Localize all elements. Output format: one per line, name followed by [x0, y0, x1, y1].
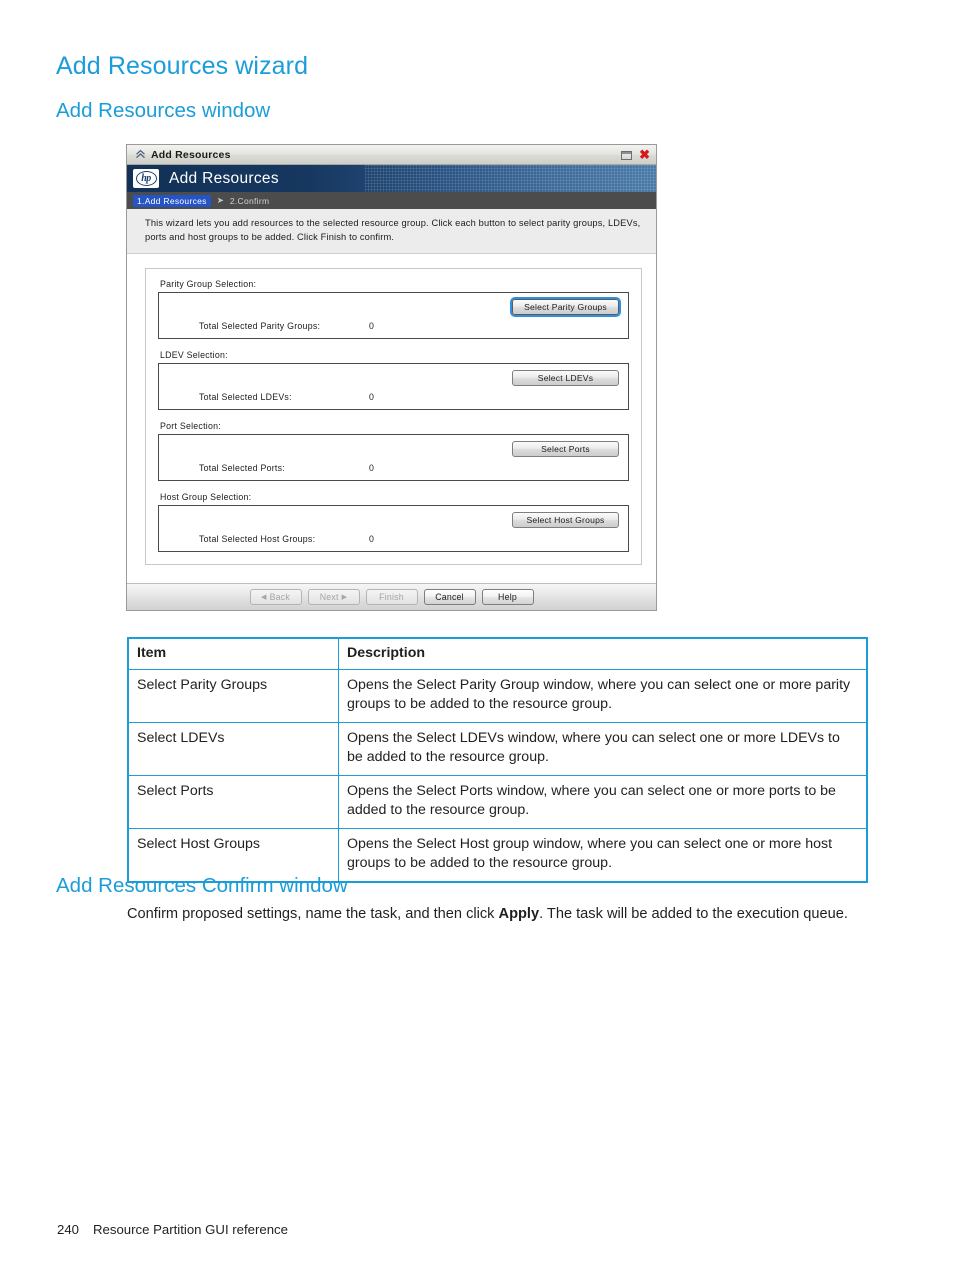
column-header-description: Description	[338, 637, 868, 670]
step-arrow-icon: ➤	[216, 195, 224, 205]
next-button[interactable]: Next ▶	[307, 589, 360, 605]
wizard-step-1[interactable]: 1.Add Resources	[133, 194, 211, 207]
host-group-selection-label: Host Group Selection:	[160, 492, 252, 502]
section-heading-confirm-window: Add Resources Confirm window	[56, 874, 348, 897]
select-ldevs-button[interactable]: Select LDEVs	[512, 370, 619, 386]
table-row: Select Parity Groups Opens the Select Pa…	[127, 669, 868, 723]
dialog-titlebar: Add Resources ✖	[127, 145, 656, 165]
banner-title: Add Resources	[169, 169, 279, 187]
double-chevron-up-icon[interactable]	[132, 149, 148, 160]
table-cell-description: Opens the Select Ports window, where you…	[338, 775, 868, 829]
table-row: Select Ports Opens the Select Ports wind…	[127, 775, 868, 829]
confirm-emphasis-apply: Apply	[498, 906, 540, 922]
total-selected-parity-groups-row: Total Selected Parity Groups: 0	[159, 321, 628, 331]
total-selected-host-groups-row: Total Selected Host Groups: 0	[159, 534, 628, 544]
wizard-step-2[interactable]: 2.Confirm	[230, 196, 270, 206]
page-footer: 240 Resource Partition GUI reference	[57, 1222, 288, 1237]
document-page: Add Resources wizard Add Resources windo…	[0, 0, 954, 1271]
total-selected-ldevs-row: Total Selected LDEVs: 0	[159, 392, 628, 402]
chevron-right-icon: ▶	[341, 593, 348, 601]
help-button[interactable]: Help	[481, 589, 534, 605]
total-selected-parity-groups-value: 0	[369, 321, 375, 331]
total-selected-parity-groups-label: Total Selected Parity Groups:	[199, 321, 321, 331]
parity-group-selection-label: Parity Group Selection:	[160, 279, 257, 289]
cancel-button[interactable]: Cancel	[423, 589, 476, 605]
table-cell-description: Opens the Select Parity Group window, wh…	[338, 669, 868, 723]
total-selected-ports-label: Total Selected Ports:	[199, 463, 285, 473]
section-heading-add-resources-window: Add Resources window	[56, 99, 271, 122]
table-cell-item: Select LDEVs	[127, 722, 339, 776]
table-cell-description: Opens the Select Host group window, wher…	[338, 828, 868, 883]
back-button-label: Back	[269, 592, 290, 602]
select-host-groups-button[interactable]: Select Host Groups	[512, 512, 619, 528]
ldev-selection-box: Select LDEVs Total Selected LDEVs: 0	[158, 363, 629, 410]
dialog-content: Parity Group Selection: Select Parity Gr…	[127, 254, 656, 583]
total-selected-host-groups-value: 0	[369, 534, 375, 544]
hp-logo-text: hp	[135, 171, 157, 186]
confirm-text-after: . The task will be added to the executio…	[539, 906, 848, 922]
hp-logo-icon: hp	[133, 169, 159, 188]
back-button[interactable]: ◀ Back	[249, 589, 302, 605]
table-header-row: Item Description	[127, 637, 868, 670]
parity-group-selection-box: Select Parity Groups Total Selected Pari…	[158, 292, 629, 339]
table-cell-item: Select Ports	[127, 775, 339, 829]
hp-banner: hp Add Resources	[127, 165, 656, 192]
wizard-steps: 1.Add Resources ➤ 2.Confirm	[127, 192, 656, 209]
dialog-title: Add Resources	[151, 148, 231, 161]
select-ports-button[interactable]: Select Ports	[512, 441, 619, 457]
port-selection-label: Port Selection:	[160, 421, 221, 431]
instruction-text: This wizard lets you add resources to th…	[127, 209, 656, 254]
total-selected-host-groups-label: Total Selected Host Groups:	[199, 534, 316, 544]
total-selected-ports-value: 0	[369, 463, 375, 473]
table-cell-description: Opens the Select LDEVs window, where you…	[338, 722, 868, 776]
select-parity-groups-button[interactable]: Select Parity Groups	[510, 297, 621, 317]
chevron-left-icon: ◀	[261, 593, 267, 601]
total-selected-ports-row: Total Selected Ports: 0	[159, 463, 628, 473]
confirm-paragraph: Confirm proposed settings, name the task…	[127, 904, 857, 925]
column-header-item: Item	[127, 637, 339, 670]
table-cell-item: Select Parity Groups	[127, 669, 339, 723]
finish-button[interactable]: Finish	[365, 589, 418, 605]
dialog-footer: ◀ Back Next ▶ Finish Cancel Help	[127, 583, 656, 610]
confirm-text-before: Confirm proposed settings, name the task…	[127, 906, 499, 922]
window-controls: ✖	[621, 145, 652, 165]
ldev-selection-label: LDEV Selection:	[160, 350, 228, 360]
selection-panel: Parity Group Selection: Select Parity Gr…	[145, 268, 642, 565]
close-icon[interactable]: ✖	[639, 148, 652, 161]
port-selection-box: Select Ports Total Selected Ports: 0	[158, 434, 629, 481]
reference-table: Item Description Select Parity Groups Op…	[127, 637, 868, 883]
total-selected-ldevs-label: Total Selected LDEVs:	[199, 392, 292, 402]
next-button-label: Next	[319, 592, 339, 602]
running-footer-text: Resource Partition GUI reference	[93, 1222, 288, 1237]
maximize-icon[interactable]	[621, 150, 633, 160]
add-resources-dialog: Add Resources ✖ hp Add Resources 1.Add R…	[126, 144, 657, 611]
page-number: 240	[57, 1222, 80, 1237]
total-selected-ldevs-value: 0	[369, 392, 375, 402]
page-title: Add Resources wizard	[56, 52, 309, 80]
table-row: Select LDEVs Opens the Select LDEVs wind…	[127, 722, 868, 776]
host-group-selection-box: Select Host Groups Total Selected Host G…	[158, 505, 629, 552]
